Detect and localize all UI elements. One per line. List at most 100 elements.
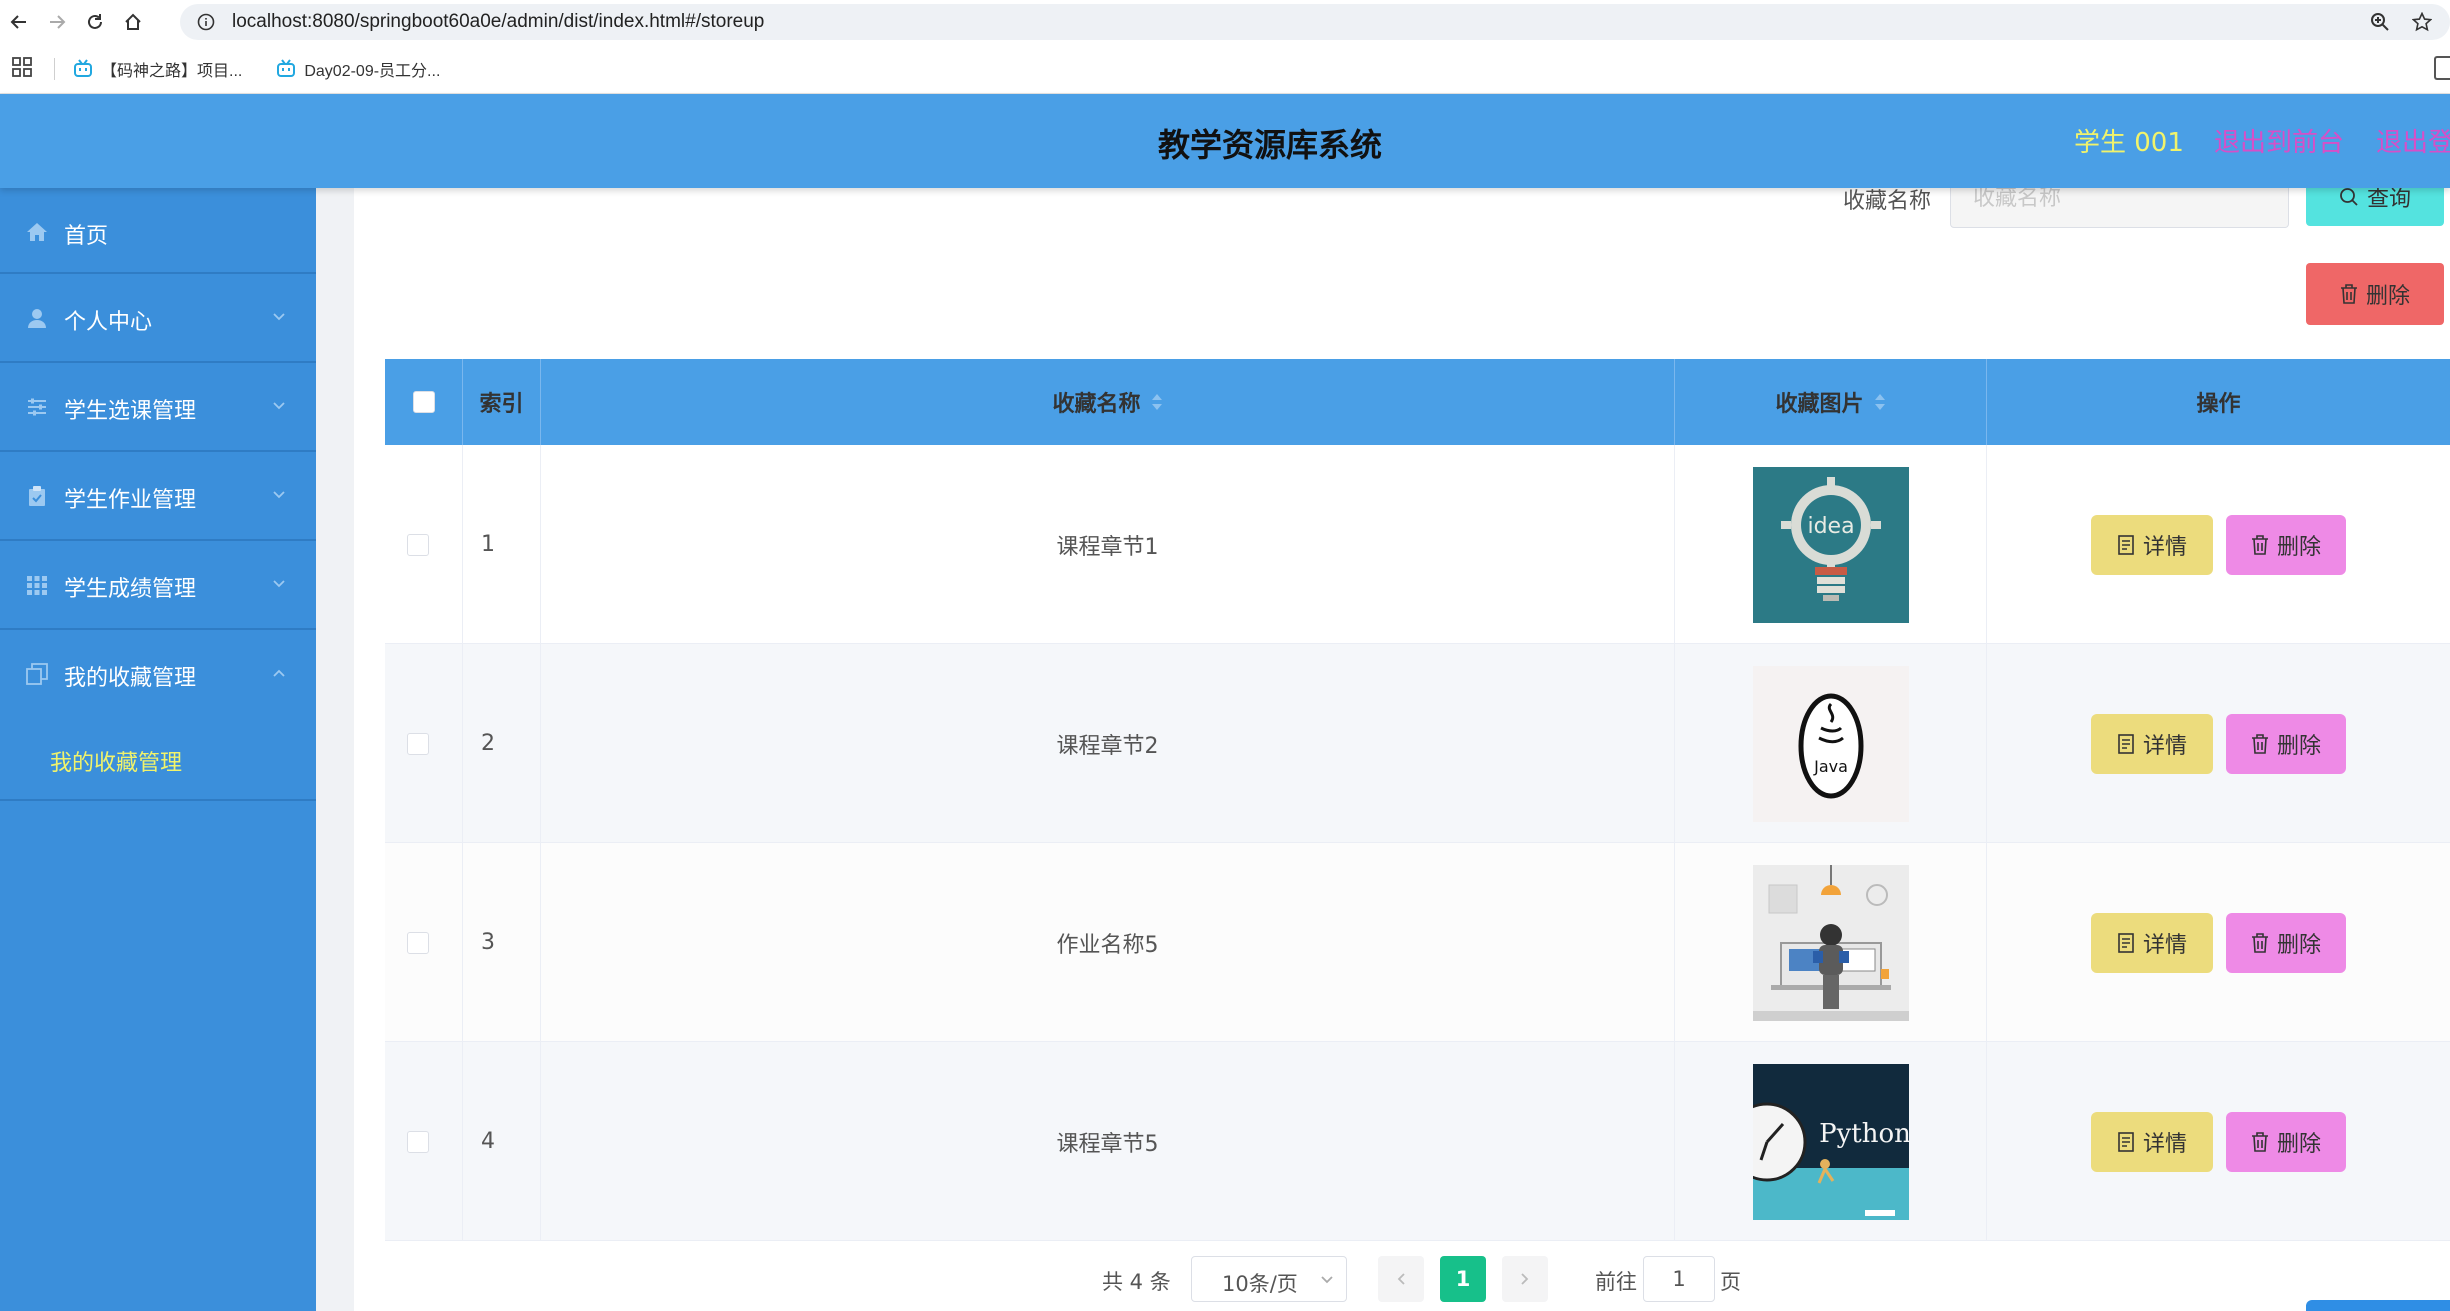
bookmark-item[interactable]: Day02-09-员工分... bbox=[276, 57, 440, 81]
table-header: 索引 收藏名称 收藏图片 操作 bbox=[385, 359, 2450, 445]
back-arrow-icon[interactable] bbox=[0, 0, 38, 44]
row-image-cell bbox=[1675, 843, 1987, 1042]
sidebar-item-favorites[interactable]: 我的收藏管理 bbox=[0, 630, 316, 719]
delete-label: 删除 bbox=[2276, 534, 2321, 560]
header-image-label: 收藏图片 bbox=[1775, 392, 1864, 417]
page-suffix: 页 bbox=[1720, 1270, 1741, 1294]
forward-arrow-icon[interactable] bbox=[38, 0, 76, 44]
prev-page-button[interactable] bbox=[1378, 1256, 1424, 1302]
sort-icon[interactable] bbox=[1151, 392, 1163, 412]
user-icon bbox=[26, 307, 50, 331]
delete-button[interactable]: 删除 bbox=[2226, 713, 2346, 774]
svg-text:Python: Python bbox=[1819, 1119, 1909, 1149]
app-header: 教学资源库系统 学生 001 退出到前台 退出登录 bbox=[0, 94, 2450, 188]
sidebar-item-label: 学生选课管理 bbox=[64, 399, 197, 424]
table-row: 1 课程章节1 idea 详情 删除 bbox=[385, 445, 2450, 644]
delete-button[interactable]: 删除 bbox=[2226, 1111, 2346, 1172]
chevron-down-icon bbox=[272, 579, 286, 589]
delete-label: 删除 bbox=[2276, 932, 2321, 958]
detail-button[interactable]: 详情 bbox=[2091, 912, 2213, 973]
row-actions: 详情 删除 bbox=[1987, 843, 2450, 1042]
sidebar-item-label: 学生作业管理 bbox=[64, 488, 197, 513]
svg-text:Java: Java bbox=[1813, 757, 1848, 776]
programmer-desk-image bbox=[1752, 864, 1909, 1021]
svg-text:idea: idea bbox=[1807, 514, 1854, 539]
sidebar-subitem-label: 我的收藏管理 bbox=[50, 751, 183, 776]
sidebar-subitem-my-favorites[interactable]: 我的收藏管理 bbox=[0, 719, 316, 801]
table-row: 4 课程章节5 Python 详情 删除 bbox=[385, 1042, 2450, 1241]
detail-button[interactable]: 详情 bbox=[2091, 713, 2213, 774]
bookmarks-bar: 【码神之路】项目... Day02-09-员工分... bbox=[0, 44, 2450, 94]
sidebar-item-label: 我的收藏管理 bbox=[64, 666, 197, 691]
header-image[interactable]: 收藏图片 bbox=[1675, 359, 1987, 445]
row-index: 1 bbox=[463, 445, 541, 644]
address-bar[interactable]: localhost:8080/springboot60a0e/admin/dis… bbox=[180, 4, 2450, 40]
detail-label: 详情 bbox=[2142, 1131, 2187, 1157]
sidebar-item-label: 个人中心 bbox=[64, 310, 153, 335]
row-actions: 详情 删除 bbox=[1987, 1042, 2450, 1241]
side-panel-icon[interactable] bbox=[2434, 56, 2450, 80]
scroll-to-top-tab[interactable] bbox=[2306, 1300, 2450, 1311]
sidebar-item-grades[interactable]: 学生成绩管理 bbox=[0, 541, 316, 630]
favorites-table: 索引 收藏名称 收藏图片 操作 1 课程章节1 idea 详情 删除 2 课程章… bbox=[385, 359, 2450, 1241]
sidebar-item-label: 首页 bbox=[64, 224, 109, 249]
sidebar-item-personal-center[interactable]: 个人中心 bbox=[0, 274, 316, 363]
home-browser-icon[interactable] bbox=[114, 0, 152, 44]
row-select-cell bbox=[385, 1042, 463, 1241]
sliders-icon bbox=[26, 396, 50, 420]
select-all-checkbox[interactable] bbox=[412, 391, 435, 413]
apps-grid-icon[interactable] bbox=[12, 56, 36, 81]
sidebar-item-home[interactable]: 首页 bbox=[0, 188, 316, 274]
exit-to-frontend-link[interactable]: 退出到前台 bbox=[2214, 122, 2344, 159]
app-title: 教学资源库系统 bbox=[1158, 126, 1383, 164]
delete-button[interactable]: 删除 bbox=[2226, 912, 2346, 973]
delete-button[interactable]: 删除 bbox=[2226, 514, 2346, 575]
logout-link[interactable]: 退出登录 bbox=[2376, 122, 2450, 159]
page-size-value: 10条/页 bbox=[1222, 1272, 1298, 1296]
page-size-select[interactable]: 10条/页 bbox=[1191, 1256, 1347, 1302]
row-checkbox[interactable] bbox=[407, 533, 429, 556]
row-actions: 详情 删除 bbox=[1987, 644, 2450, 843]
row-select-cell bbox=[385, 644, 463, 843]
bilibili-icon bbox=[74, 58, 92, 77]
detail-label: 详情 bbox=[2142, 534, 2187, 560]
detail-button[interactable]: 详情 bbox=[2091, 1111, 2213, 1172]
detail-label: 详情 bbox=[2142, 932, 2187, 958]
bookmark-item[interactable]: 【码神之路】项目... bbox=[73, 57, 242, 81]
row-name: 课程章节5 bbox=[541, 1042, 1675, 1241]
chevron-down-icon bbox=[272, 401, 286, 411]
sidebar-item-course-selection[interactable]: 学生选课管理 bbox=[0, 363, 316, 452]
grid-icon bbox=[26, 574, 50, 598]
bookmark-star-icon[interactable] bbox=[2412, 12, 2432, 32]
next-page-button[interactable] bbox=[1502, 1256, 1548, 1302]
document-icon bbox=[2118, 932, 2134, 953]
goto-page-input[interactable] bbox=[1644, 1257, 1714, 1301]
row-checkbox[interactable] bbox=[407, 931, 429, 954]
detail-button[interactable]: 详情 bbox=[2091, 514, 2213, 575]
python-clock-image: Python bbox=[1752, 1063, 1909, 1220]
reload-icon[interactable] bbox=[76, 0, 114, 44]
current-page-button[interactable]: 1 bbox=[1440, 1256, 1486, 1302]
sidebar-item-homework[interactable]: 学生作业管理 bbox=[0, 452, 316, 541]
sort-icon[interactable] bbox=[1874, 392, 1886, 412]
table-row: 3 作业名称5 详情 删除 bbox=[385, 843, 2450, 1042]
row-checkbox[interactable] bbox=[407, 1130, 429, 1153]
site-info-icon[interactable] bbox=[192, 8, 220, 36]
chevron-down-icon bbox=[272, 490, 286, 500]
row-image-cell: Java bbox=[1675, 644, 1987, 843]
detail-label: 详情 bbox=[2142, 733, 2187, 759]
document-icon bbox=[2118, 534, 2134, 555]
trash-icon bbox=[2251, 733, 2268, 754]
bookmark-label: Day02-09-员工分... bbox=[304, 62, 441, 80]
document-icon bbox=[2118, 733, 2134, 754]
copy-icon bbox=[26, 663, 50, 687]
batch-delete-button[interactable]: 删除 bbox=[2306, 263, 2444, 325]
browser-toolbar: localhost:8080/springboot60a0e/admin/dis… bbox=[0, 0, 2450, 44]
pagination: 共 4 条 10条/页 1 前往 页 bbox=[0, 1256, 2450, 1304]
row-image-cell: Python bbox=[1675, 1042, 1987, 1241]
header-index: 索引 bbox=[463, 359, 541, 445]
row-checkbox[interactable] bbox=[407, 732, 429, 755]
header-actions: 操作 bbox=[2196, 392, 2241, 417]
header-name[interactable]: 收藏名称 bbox=[541, 359, 1675, 445]
zoom-icon[interactable] bbox=[2370, 12, 2390, 32]
